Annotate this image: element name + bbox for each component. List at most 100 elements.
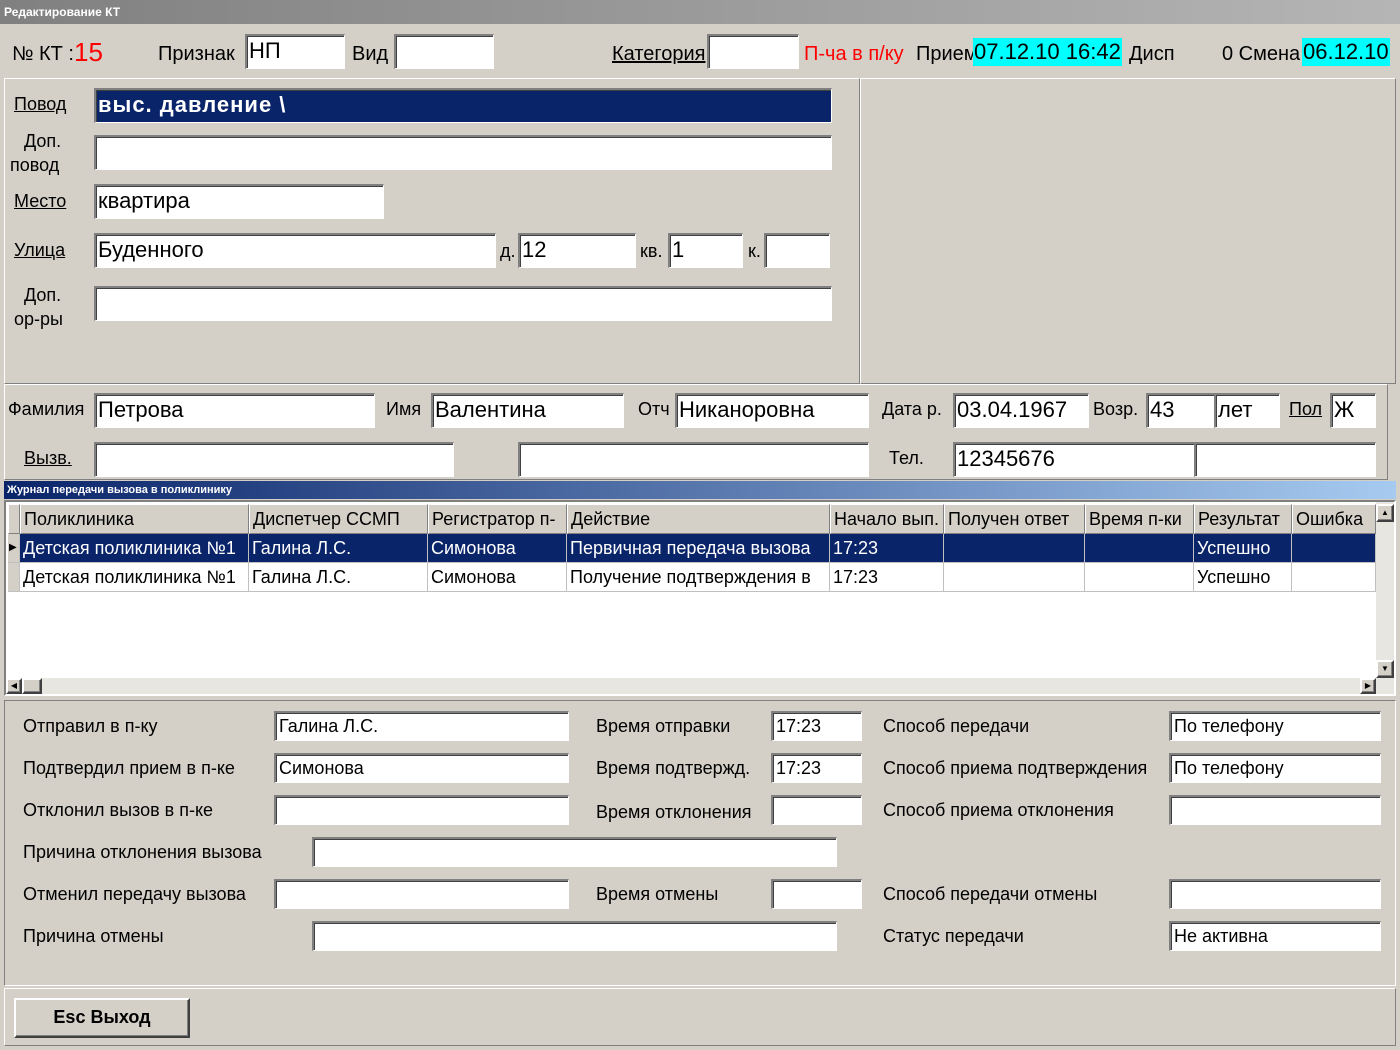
cell-result[interactable]: Успешно xyxy=(1194,534,1292,563)
cell-error[interactable] xyxy=(1292,534,1376,563)
sposob-podtv-field[interactable]: По телефону xyxy=(1169,753,1381,783)
col-header-start[interactable]: Начало вып. xyxy=(830,504,944,534)
vertical-scrollbar[interactable]: ▲ ▼ xyxy=(1376,502,1394,678)
sposob-otkl-field[interactable] xyxy=(1169,795,1381,825)
col-header-action[interactable]: Действие xyxy=(567,504,830,534)
dop-povod-label-2: повод xyxy=(10,155,60,175)
vremya-otkl-label: Время отклонения xyxy=(596,802,752,822)
dom-field[interactable]: 12 xyxy=(518,233,636,268)
cell-polyclinic[interactable]: Детская поликлиника №1 xyxy=(20,534,249,563)
mesto-link[interactable]: Место xyxy=(14,191,66,212)
priznak-field[interactable]: НП xyxy=(245,34,345,69)
scroll-down-icon[interactable]: ▼ xyxy=(1376,660,1394,678)
sposob-per-label: Способ передачи xyxy=(883,716,1030,736)
sposob-otm-field[interactable] xyxy=(1169,879,1381,909)
vremya-otpr-label: Время отправки xyxy=(596,716,731,736)
scroll-right-icon[interactable]: ▶ xyxy=(1360,678,1376,694)
cell-polyclinic[interactable]: Детская поликлиника №1 xyxy=(20,563,249,592)
status-field[interactable]: Не активна xyxy=(1169,921,1381,951)
mesto-field[interactable]: квартира xyxy=(94,184,384,219)
cell-registrar[interactable]: Симонова xyxy=(428,534,567,563)
dop-ory-label-1: Доп. xyxy=(24,285,62,305)
familiya-field[interactable]: Петрова xyxy=(94,393,375,428)
row-indicator-header xyxy=(8,504,20,534)
otpravil-label: Отправил в п-ку xyxy=(23,716,158,736)
dop-povod-label-1: Доп. xyxy=(24,131,62,151)
cell-start[interactable]: 17:23 xyxy=(830,534,944,563)
row-indicator xyxy=(8,563,20,592)
col-header-registrar[interactable]: Регистратор п- xyxy=(428,504,567,534)
vremya-podtv-field[interactable]: 17:23 xyxy=(771,753,862,783)
tel-label: Тел. xyxy=(889,448,924,468)
col-header-error[interactable]: Ошибка xyxy=(1292,504,1376,534)
cell-error[interactable] xyxy=(1292,563,1376,592)
dop-povod-field[interactable] xyxy=(94,135,832,170)
scroll-thumb[interactable] xyxy=(22,678,42,694)
cell-dispatcher[interactable]: Галина Л.С. xyxy=(249,534,428,563)
otklonil-field[interactable] xyxy=(274,795,569,825)
journal-grid: Поликлиника Диспетчер ССМП Регистратор п… xyxy=(4,500,1396,696)
dop-ory-field[interactable] xyxy=(94,286,832,321)
cell-action[interactable]: Получение подтверждения в xyxy=(567,563,830,592)
kt-label: № КТ : xyxy=(12,43,74,65)
imya-field[interactable]: Валентина xyxy=(431,393,624,428)
ulica-link[interactable]: Улица xyxy=(14,240,65,261)
otch-label: Отч xyxy=(638,399,670,419)
podtverdil-field[interactable]: Симонова xyxy=(274,753,569,783)
povod-field[interactable]: выс. давление \ xyxy=(94,88,832,123)
col-header-result[interactable]: Результат xyxy=(1194,504,1292,534)
birthdate-field[interactable]: 03.04.1967 xyxy=(953,393,1089,428)
k-label: к. xyxy=(748,241,761,261)
address-panel xyxy=(4,78,860,384)
kategoriya-link[interactable]: Категория xyxy=(612,43,706,66)
tel-extra-field[interactable] xyxy=(1194,442,1376,477)
cell-result[interactable]: Успешно xyxy=(1194,563,1292,592)
otpravil-field[interactable]: Галина Л.С. xyxy=(274,711,569,741)
scroll-left-icon[interactable]: ◀ xyxy=(6,678,22,694)
pol-link[interactable]: Пол xyxy=(1289,399,1322,420)
col-header-response[interactable]: Получен ответ xyxy=(944,504,1085,534)
cell-response[interactable] xyxy=(944,563,1085,592)
podtverdil-label: Подтвердил прием в п-ке xyxy=(23,758,235,778)
korpus-field[interactable] xyxy=(764,233,830,268)
cell-polyclinic-time[interactable] xyxy=(1085,563,1194,592)
vyzv-field[interactable] xyxy=(94,442,454,477)
kategoriya-field[interactable] xyxy=(707,34,799,69)
horizontal-scrollbar[interactable]: ◀ ▶ xyxy=(6,678,1394,694)
cell-dispatcher[interactable]: Галина Л.С. xyxy=(249,563,428,592)
vyzv-link[interactable]: Вызв. xyxy=(24,448,72,469)
age-field[interactable]: 43 xyxy=(1146,393,1215,428)
sposob-otm-label: Способ передачи отмены xyxy=(883,884,1098,904)
vid-field[interactable] xyxy=(394,34,494,69)
cell-registrar[interactable]: Симонова xyxy=(428,563,567,592)
scroll-up-icon[interactable]: ▲ xyxy=(1376,504,1394,522)
tel-field[interactable]: 12345676 xyxy=(953,442,1195,477)
vremya-otpr-field[interactable]: 17:23 xyxy=(771,711,862,741)
prichina-otkl-label: Причина отклонения вызова xyxy=(23,842,262,862)
familiya-label: Фамилия xyxy=(8,399,85,419)
cell-response[interactable] xyxy=(944,534,1085,563)
exit-button[interactable]: Esc Выход xyxy=(14,998,190,1038)
cell-polyclinic-time[interactable] xyxy=(1085,534,1194,563)
cell-action[interactable]: Первичная передача вызова xyxy=(567,534,830,563)
povod-link[interactable]: Повод xyxy=(14,94,66,115)
vyzv-extra-field[interactable] xyxy=(518,442,869,477)
vremya-otkl-field[interactable] xyxy=(771,795,862,825)
priem-label: Прием xyxy=(916,43,978,65)
kv-field[interactable]: 1 xyxy=(668,233,743,268)
age-unit-field: лет xyxy=(1214,393,1280,428)
ulica-field[interactable]: Буденного xyxy=(94,233,496,268)
col-header-dispatcher[interactable]: Диспетчер ССМП xyxy=(249,504,428,534)
prichina-otm-field[interactable] xyxy=(312,921,837,951)
priznak-label: Признак xyxy=(158,43,235,65)
otmenil-field[interactable] xyxy=(274,879,569,909)
vremya-otm-field[interactable] xyxy=(771,879,862,909)
col-header-polyclinic-time[interactable]: Время п-ки xyxy=(1085,504,1194,534)
sposob-per-field[interactable]: По телефону xyxy=(1169,711,1381,741)
vozr-label: Возр. xyxy=(1093,399,1139,419)
pol-field[interactable]: Ж xyxy=(1330,393,1376,428)
cell-start[interactable]: 17:23 xyxy=(830,563,944,592)
otch-field[interactable]: Никаноровна xyxy=(675,393,869,428)
prichina-otkl-field[interactable] xyxy=(312,837,837,867)
col-header-polyclinic[interactable]: Поликлиника xyxy=(20,504,249,534)
